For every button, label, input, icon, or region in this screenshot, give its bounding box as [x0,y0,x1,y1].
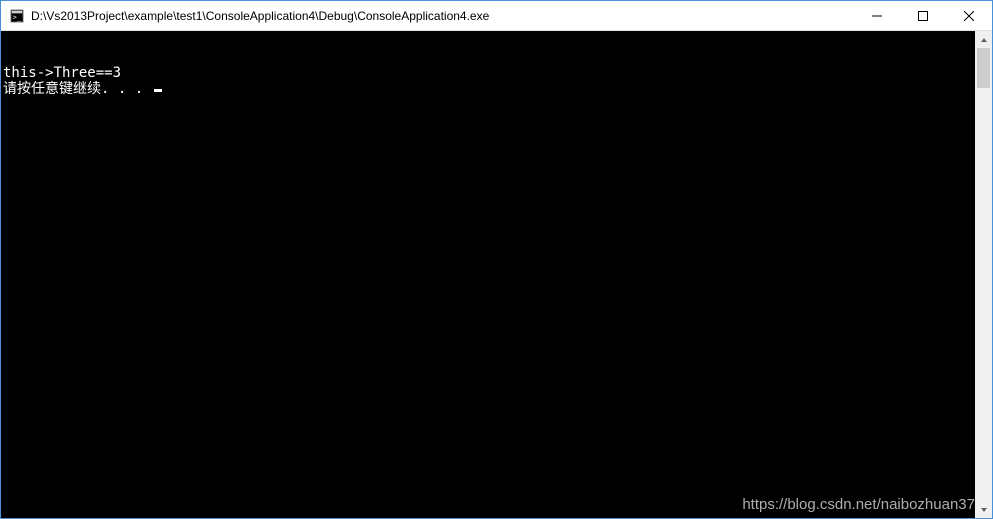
console-line: this->Three==3 [3,65,975,81]
scroll-up-button[interactable] [975,31,992,48]
close-button[interactable] [946,1,992,30]
scroll-down-button[interactable] [975,501,992,518]
console-output[interactable]: this->Three==3请按任意键继续. . . [1,31,975,518]
maximize-button[interactable] [900,1,946,30]
scrollbar-thumb[interactable] [977,48,990,88]
console-window: >_ D:\Vs2013Project\example\test1\Consol… [0,0,993,519]
minimize-button[interactable] [854,1,900,30]
scrollbar-track[interactable] [975,48,992,501]
console-app-icon: >_ [9,8,25,24]
cursor-icon [154,89,162,92]
svg-text:>_: >_ [13,13,22,21]
window-controls [854,1,992,30]
vertical-scrollbar[interactable] [975,31,992,518]
content-area: this->Three==3请按任意键继续. . . [1,31,992,518]
console-line: 请按任意键继续. . . [3,81,975,97]
window-title: D:\Vs2013Project\example\test1\ConsoleAp… [31,9,854,23]
titlebar[interactable]: >_ D:\Vs2013Project\example\test1\Consol… [1,1,992,31]
console-text: 请按任意键继续. . . [3,81,152,97]
